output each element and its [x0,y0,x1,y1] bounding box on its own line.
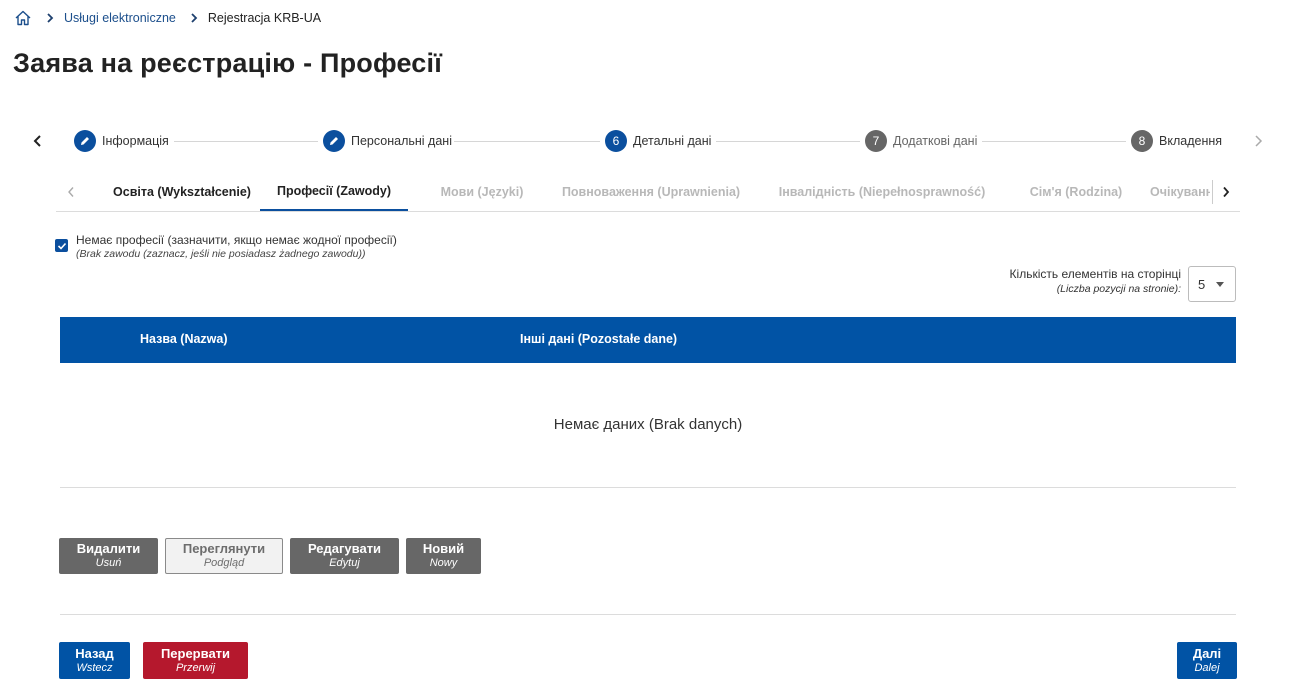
tab-bar: Освіта (Wykształcenie) Професії (Zawody)… [56,172,1240,212]
edit-button-sublabel: Edytuj [329,557,360,569]
tab-disability[interactable]: Інвалідність (Niepełnosprawność) [766,172,998,211]
step-information[interactable]: Інформація [74,130,169,152]
table-header: Назва (Nazwa) Інші дані (Pozostałe dane) [60,317,1236,363]
step-number: 6 [605,130,627,152]
table-empty-message: Немає даних (Brak danych) [553,416,743,433]
stepper-connector [982,141,1126,142]
caret-down-icon [1216,282,1224,287]
step-personal-data[interactable]: Персональні дані [323,130,452,152]
step-label: Детальні дані [633,134,712,148]
step-number: 7 [865,130,887,152]
page-size-select[interactable]: 5 [1188,266,1236,302]
tabs-prev-arrow-icon[interactable] [58,180,84,204]
next-button-sublabel: Dalej [1194,661,1220,674]
page-size-value: 5 [1198,276,1206,292]
stepper: Інформація Персональні дані 6 Детальні д… [28,126,1270,156]
cancel-button-label: Перервати [160,645,231,661]
tab-professions[interactable]: Професії (Zawody) [260,172,408,211]
step-label: Персональні дані [351,134,452,148]
step-detailed-data[interactable]: 6 Детальні дані [605,130,711,152]
page-title: Заява на реєстрацію - Професії [13,48,443,78]
breadcrumb-item-current: Rejestracja KRB-UA [207,11,322,25]
back-button-sublabel: Wstecz [76,661,113,674]
tab-expectations[interactable]: Очікування [1150,172,1210,211]
next-button-label: Далі [1192,645,1222,661]
back-button-label: Назад [75,645,114,661]
tabs-next-arrow-icon[interactable] [1212,180,1238,204]
stepper-next-arrow-icon[interactable] [1248,131,1268,151]
stepper-connector [174,141,318,142]
step-label: Додаткові дані [893,134,978,148]
no-profession-sublabel: (Brak zawodu (zaznacz, jeśli nie posiada… [76,248,366,260]
no-profession-checkbox[interactable] [55,239,68,252]
edit-icon [74,130,96,152]
stepper-connector [454,141,600,142]
step-attachments[interactable]: 8 Вкладення [1131,130,1222,152]
cancel-button[interactable]: Перервати Przerwij [143,642,248,679]
new-button-sublabel: Nowy [429,557,458,569]
edit-button[interactable]: Редагувати Edytuj [290,538,399,574]
form-divider [60,614,1236,615]
column-header-name[interactable]: Назва (Nazwa) [140,332,228,346]
edit-button-label: Редагувати [307,541,382,556]
step-label: Інформація [102,134,169,148]
view-button-label: Переглянути [182,541,266,556]
page-size-label: Кількість елементів на сторінці [1009,267,1181,281]
no-profession-option: Немає професії (зазначити, якщо немає жо… [55,232,397,260]
step-label: Вкладення [1159,134,1223,148]
stepper-connector [716,141,860,142]
page-size-label-group: Кількість елементів на сторінці (Liczba … [1000,266,1181,295]
breadcrumb: Usługi elektroniczne Rejestracja KRB-UA [14,8,321,28]
breadcrumb-item-e-services[interactable]: Usługi elektroniczne [64,11,176,25]
cancel-button-sublabel: Przerwij [175,661,216,674]
back-button[interactable]: Назад Wstecz [59,642,130,679]
next-button[interactable]: Далі Dalej [1177,642,1237,679]
view-button-sublabel: Podgląd [203,557,245,569]
new-button[interactable]: Новий Nowy [406,538,481,574]
chevron-right-icon [190,13,198,23]
table-divider [60,487,1236,488]
chevron-right-icon [46,13,54,23]
new-button-label: Новий [422,541,465,556]
tab-authorizations[interactable]: Повноваження (Uprawnienia) [556,172,746,211]
page-size-sublabel: (Liczba pozycji na stronie): [1056,283,1181,295]
tab-languages[interactable]: Мови (Języki) [422,172,542,211]
stepper-prev-arrow-icon[interactable] [28,131,48,151]
no-profession-label: Немає професії (зазначити, якщо немає жо… [76,233,397,247]
home-icon[interactable] [14,9,32,27]
step-number: 8 [1131,130,1153,152]
tab-education[interactable]: Освіта (Wykształcenie) [96,172,268,211]
delete-button-label: Видалити [76,541,141,556]
delete-button[interactable]: Видалити Usuń [59,538,158,574]
tab-family[interactable]: Сім'я (Rodzina) [1016,172,1136,211]
column-header-other-data[interactable]: Інші дані (Pozostałe dane) [520,332,677,346]
tab-strip: Освіта (Wykształcenie) Професії (Zawody)… [86,172,1210,211]
view-button[interactable]: Переглянути Podgląd [165,538,283,574]
delete-button-sublabel: Usuń [95,557,122,569]
edit-icon [323,130,345,152]
step-additional-data[interactable]: 7 Додаткові дані [865,130,977,152]
